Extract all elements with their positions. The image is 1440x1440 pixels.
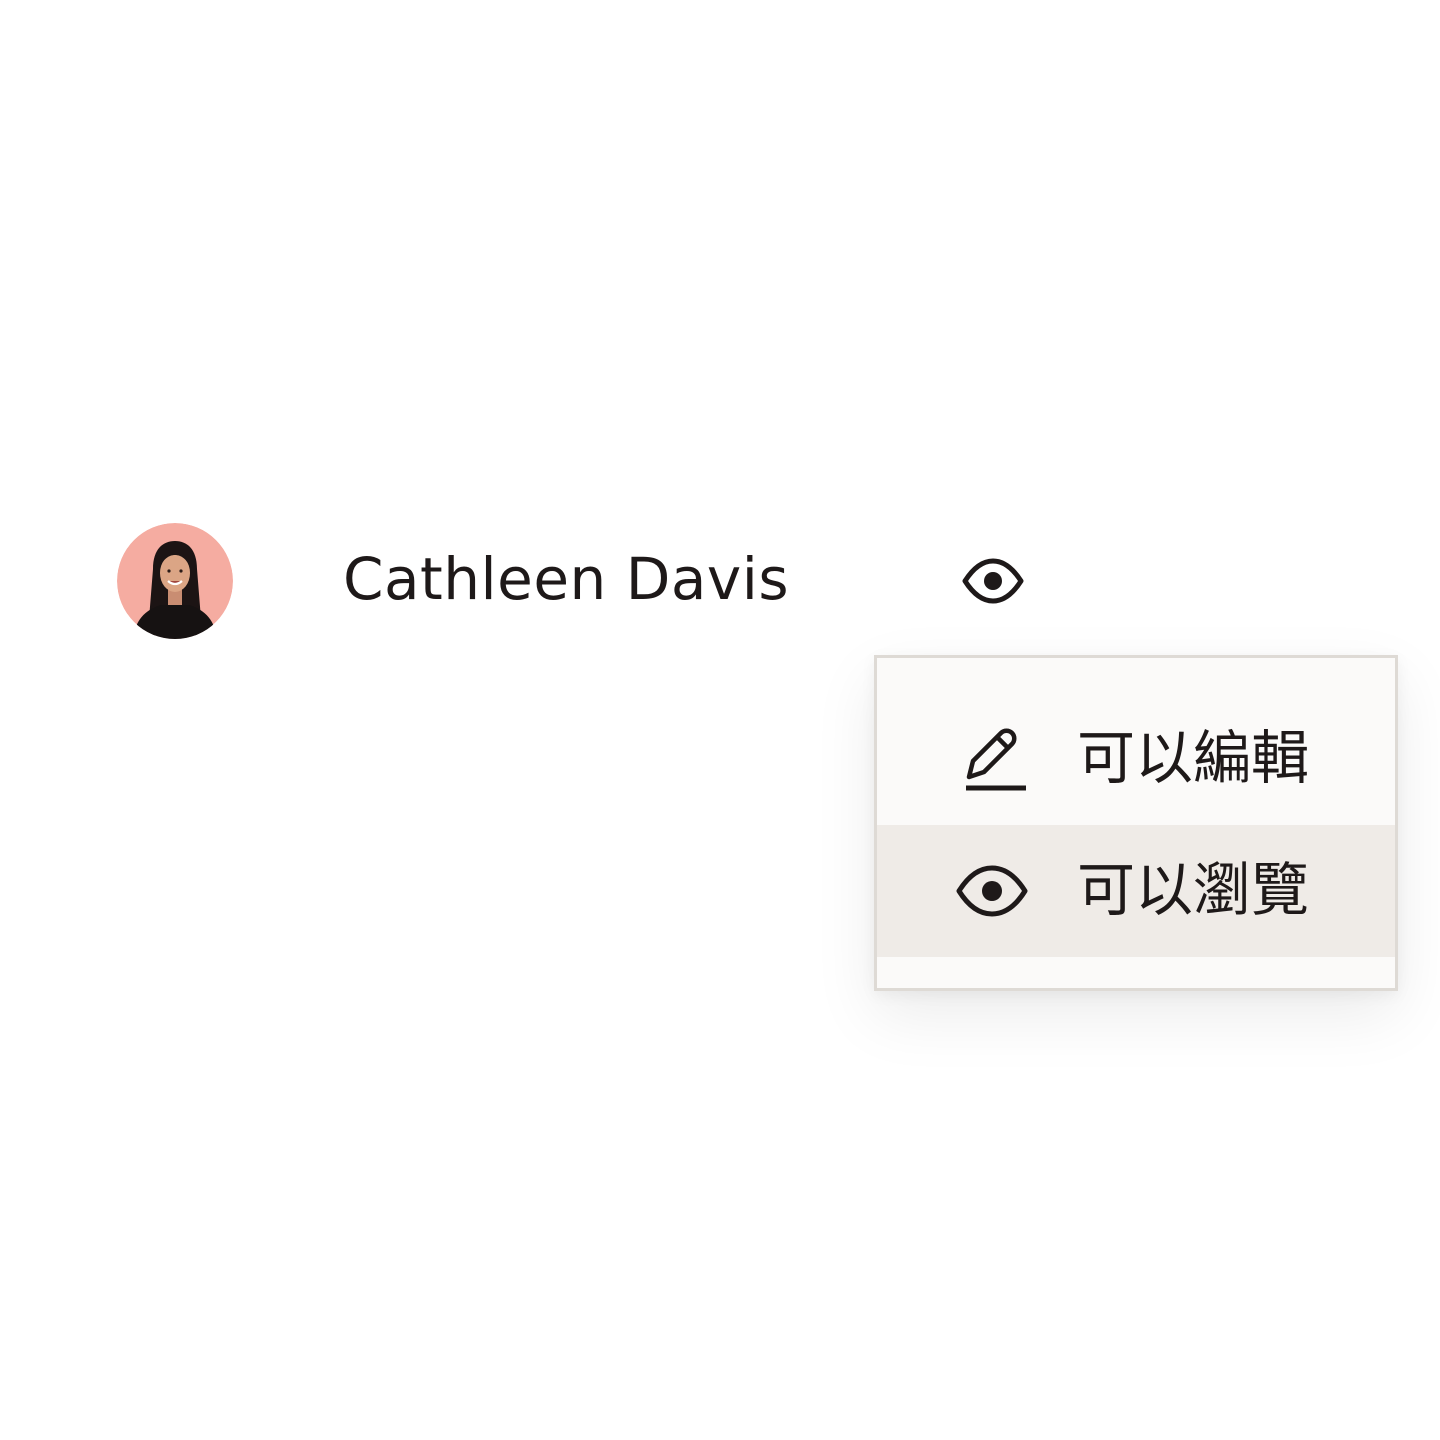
avatar-photo bbox=[117, 523, 233, 639]
pencil-icon bbox=[955, 725, 1029, 793]
permission-dropdown-button[interactable] bbox=[958, 556, 1028, 606]
permission-menu: 可以編輯 可以瀏覽 bbox=[874, 655, 1398, 991]
avatar bbox=[117, 523, 233, 639]
eye-icon bbox=[962, 558, 1024, 604]
menu-item-can-view[interactable]: 可以瀏覽 bbox=[877, 825, 1395, 957]
menu-item-label: 可以瀏覽 bbox=[1077, 856, 1310, 924]
share-dialog: Cathleen Davis 可以編輯 可以瀏覽 bbox=[0, 0, 1440, 1440]
eye-icon bbox=[955, 857, 1029, 925]
menu-item-can-edit[interactable]: 可以編輯 bbox=[877, 693, 1395, 825]
user-name: Cathleen Davis bbox=[343, 545, 790, 613]
shared-user-row: Cathleen Davis bbox=[0, 520, 1440, 642]
menu-item-label: 可以編輯 bbox=[1077, 724, 1310, 792]
